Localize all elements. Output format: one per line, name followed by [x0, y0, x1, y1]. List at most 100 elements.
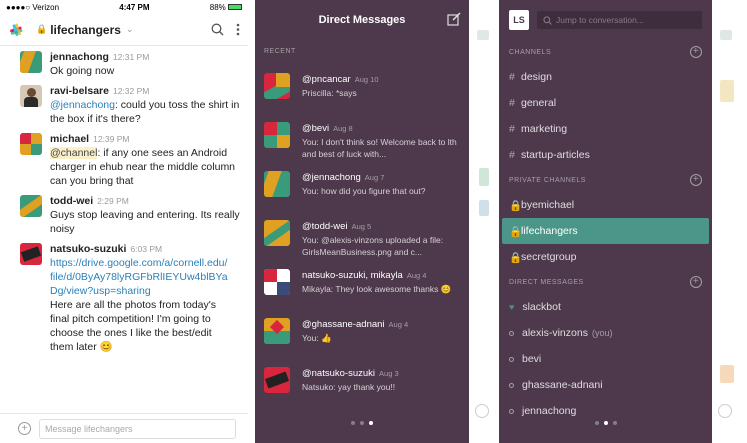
slack-logo-icon[interactable] — [8, 22, 24, 38]
page-dot[interactable] — [612, 421, 617, 425]
message-author[interactable]: ravi-belsare — [50, 85, 109, 97]
sidebar-item-byemichael[interactable]: 🔒 byemichael — [499, 192, 712, 218]
sidebar-item-lifechangers[interactable]: 🔒 lifechangers — [502, 218, 709, 244]
dm-item[interactable]: natsuko-suzuki, mikayla Aug 4 Mikayla: The… — [255, 258, 469, 307]
search-icon[interactable] — [211, 23, 224, 36]
page-dot[interactable] — [360, 421, 364, 425]
dm-item[interactable]: @jennachong Aug 7 You: how did you figure … — [255, 160, 469, 209]
avatar — [264, 220, 290, 246]
dm-date: Aug 4 — [388, 320, 409, 329]
page-dot-active[interactable] — [603, 421, 608, 425]
mention-link[interactable]: @jennachong — [50, 99, 115, 111]
sidebar-item-secretgroup[interactable]: 🔒 secretgroup — [499, 244, 712, 270]
sidebar-item-alexis-vinzons[interactable]: alexis-vinzons (you) — [499, 320, 712, 346]
dm-item[interactable]: @pncancar Aug 10 Priscilla: *says — [255, 62, 469, 111]
add-channel-button[interactable]: + — [690, 46, 702, 58]
message-item[interactable]: michael 12:39 PM @channel: if any one sees… — [0, 132, 248, 188]
sidebar-item-design[interactable]: # design — [499, 64, 712, 90]
divider — [248, 0, 255, 443]
dm-label: jennachong — [522, 405, 577, 417]
dm-preview: You: @alexis-vinzons uploaded a file: Gi… — [302, 235, 444, 257]
lock-icon: 🔒 — [36, 24, 48, 34]
avatar — [264, 269, 290, 295]
avatar — [264, 171, 290, 197]
sidebar-item-startup-articles[interactable]: # startup-articles — [499, 142, 712, 168]
message-time: 6:03 PM — [130, 244, 163, 254]
dm-preview: Natsuko: yay thank you!! — [302, 382, 396, 392]
avatar[interactable] — [20, 51, 42, 73]
avatar[interactable] — [20, 243, 42, 265]
carrier-label: ●●●●○ Verizon — [6, 2, 60, 12]
dm-preview: You: 👍 — [302, 333, 332, 343]
recent-section-label: RECENT — [264, 47, 296, 55]
message-author[interactable]: todd-wei — [50, 195, 93, 207]
avatar[interactable] — [20, 195, 42, 217]
message-author[interactable]: jennachong — [50, 51, 109, 63]
battery-label: 88% — [210, 3, 242, 12]
add-attachment-button[interactable]: + — [18, 422, 31, 435]
message-item[interactable]: ravi-belsare 12:32 PM @jennachong: could y… — [0, 84, 248, 126]
message-author[interactable]: natsuko-suzuki — [50, 243, 126, 255]
message-item[interactable]: natsuko-suzuki 6:03 PM https://drive.googl… — [0, 242, 248, 354]
dm-header: Direct Messages — [255, 0, 469, 40]
chevron-down-icon: ⌄ — [125, 24, 134, 34]
panel-peek-right — [712, 0, 747, 443]
sidebar-item-slackbot[interactable]: ♥ slackbot — [499, 294, 712, 320]
dm-preview: Mikayla: They look awesome thanks 😊 — [302, 284, 452, 294]
sidebar-screen: LS Jump to conversation... CHANNELS + # de… — [499, 0, 712, 443]
dm-date: Aug 10 — [354, 75, 379, 84]
page-dot[interactable] — [594, 421, 599, 425]
avatar[interactable] — [20, 85, 42, 107]
dm-name: @todd-wei — [302, 221, 348, 232]
channels-section: CHANNELS + — [499, 40, 712, 64]
page-indicator — [499, 421, 712, 425]
you-label: (you) — [591, 328, 613, 338]
sidebar-item-bevi[interactable]: bevi — [499, 346, 712, 372]
message-item[interactable]: jennachong 12:31 PM Ok going now — [0, 50, 248, 78]
sidebar-item-general[interactable]: # general — [499, 90, 712, 116]
message-input[interactable]: Message lifechangers — [39, 418, 236, 439]
presence-icon — [509, 382, 514, 388]
team-avatar[interactable]: LS — [509, 10, 529, 30]
page-indicator — [255, 421, 469, 425]
search-icon — [543, 15, 552, 25]
dm-name: @natsuko-suzuki — [302, 368, 376, 379]
lock-icon: 🔒 — [509, 251, 523, 264]
clock-label: 4:47 PM — [119, 2, 150, 12]
channel-title[interactable]: 🔒 lifechangers ⌄ — [36, 23, 133, 37]
add-dm-button[interactable]: + — [690, 276, 702, 288]
add-private-channel-button[interactable]: + — [690, 174, 702, 186]
dm-preview: You: how did you figure that out? — [302, 186, 426, 196]
message-author[interactable]: michael — [50, 133, 89, 145]
presence-icon — [509, 356, 514, 362]
dm-item[interactable]: @bevi Aug 8 You: I don't think so! Welcome… — [255, 111, 469, 160]
drive-link[interactable]: https://drive.google.com/a/cornell.edu/f… — [50, 256, 230, 298]
channel-label: secretgroup — [521, 251, 577, 263]
presence-icon — [509, 330, 514, 336]
message-item[interactable]: todd-wei 2:29 PM Guys stop leaving and ent… — [0, 194, 248, 236]
dm-preview: You: I don't think so! Welcome back to l… — [302, 137, 457, 159]
status-bar: ●●●●○ Verizon 4:47 PM 88% — [0, 0, 248, 14]
avatar — [264, 318, 290, 344]
compose-icon[interactable] — [447, 12, 461, 26]
message-time: 12:32 PM — [112, 86, 150, 96]
panel-peek — [469, 0, 499, 443]
more-vert-icon[interactable] — [236, 23, 240, 36]
message-text: Here are all the photos from today's fin… — [50, 299, 217, 353]
dm-item[interactable]: @natsuko-suzuki Aug 3 Natsuko: yay thank y… — [255, 356, 469, 405]
channel-label: startup-articles — [521, 149, 590, 161]
channel-label: general — [521, 97, 557, 109]
sidebar-item-ghassane-adnani[interactable]: ghassane-adnani — [499, 372, 712, 398]
channel-mention[interactable]: @channel — [50, 147, 98, 159]
page-dot[interactable] — [351, 421, 355, 425]
jump-search-input[interactable]: Jump to conversation... — [537, 11, 702, 29]
channel-label: byemichael — [521, 199, 575, 211]
dm-item[interactable]: @ghassane-adnani Aug 4 You: 👍 — [255, 307, 469, 356]
avatar[interactable] — [20, 133, 42, 155]
dm-date: Aug 7 — [364, 173, 385, 182]
page-dot-active[interactable] — [369, 421, 373, 425]
lock-icon: 🔒 — [509, 199, 523, 212]
sidebar-item-marketing[interactable]: # marketing — [499, 116, 712, 142]
dm-item[interactable]: @todd-wei Aug 5 You: @alexis-vinzons uploa… — [255, 209, 469, 258]
dm-label: slackbot — [522, 301, 561, 313]
